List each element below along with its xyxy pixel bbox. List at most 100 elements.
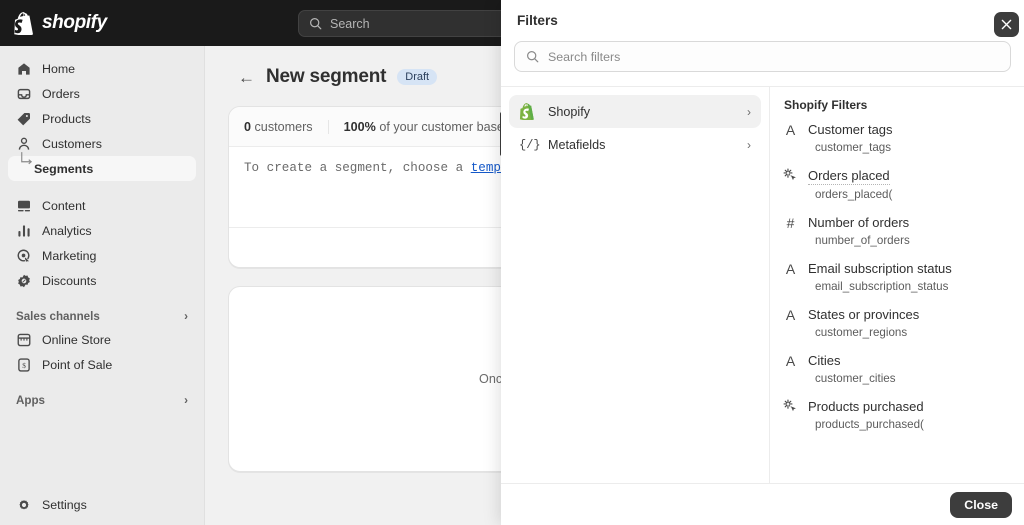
filter-item-orders-placed[interactable]: Orders placed orders_placed( <box>782 167 1024 201</box>
filter-item-key: customer_cities <box>815 372 896 385</box>
text-type-icon: A <box>782 260 799 293</box>
filter-item-states-or-provinces[interactable]: A States or provinces customer_regions <box>782 306 1024 339</box>
sidebar-item-label: Analytics <box>42 224 92 238</box>
filter-category-metafields[interactable]: {/} Metafields › <box>509 128 761 161</box>
sparkle-cursor-icon <box>782 398 799 431</box>
sidebar-item-analytics[interactable]: Analytics <box>8 218 196 243</box>
sidebar-item-products[interactable]: Products <box>8 106 196 131</box>
sidebar-item-content[interactable]: Content <box>8 193 196 218</box>
filters-modal-title: Filters <box>517 13 558 28</box>
nav-spacer <box>0 181 204 193</box>
chevron-right-icon: › <box>747 105 751 119</box>
sidebar-item-orders[interactable]: Orders <box>8 81 196 106</box>
sidebar-section-sales-channels[interactable]: Sales channels › <box>8 305 196 327</box>
filter-item-text: Number of orders number_of_orders <box>808 214 910 247</box>
sidebar-item-settings[interactable]: Settings <box>8 492 196 517</box>
products-tag-icon <box>16 111 32 127</box>
discounts-gear-icon <box>16 273 32 289</box>
filter-item-products-purchased[interactable]: Products purchased products_purchased( <box>782 398 1024 431</box>
sidebar-item-label: Marketing <box>42 249 96 263</box>
filter-item-title: Products purchased <box>808 398 924 415</box>
number-type-icon: # <box>782 214 799 247</box>
status-badge: Draft <box>397 69 437 85</box>
filter-category-label: Metafields <box>548 138 735 152</box>
close-icon[interactable] <box>994 12 1019 37</box>
filter-item-text: Cities customer_cities <box>808 352 896 385</box>
text-type-icon: A <box>782 121 799 154</box>
filter-category-label: Shopify <box>548 105 735 119</box>
filter-item-customer-tags[interactable]: A Customer tags customer_tags <box>782 121 1024 154</box>
sidebar-item-discounts[interactable]: Discounts <box>8 268 196 293</box>
content-icon <box>16 198 32 214</box>
sidebar-section-label: Apps <box>16 394 45 407</box>
chevron-right-icon: › <box>747 138 751 152</box>
sidebar-item-label: Products <box>42 112 91 126</box>
sidebar-item-customers[interactable]: Customers <box>8 131 196 156</box>
orders-inbox-icon <box>16 86 32 102</box>
sidebar-item-point-of-sale[interactable]: $ Point of Sale <box>8 352 196 377</box>
sidebar-item-label: Settings <box>42 498 87 512</box>
nav-spacer <box>0 377 204 389</box>
sidebar-item-label: Content <box>42 199 85 213</box>
stat-unit: of your customer base <box>376 120 504 134</box>
filter-item-title: Number of orders <box>808 214 910 231</box>
sidebar: Home Orders Products Customers <box>0 46 205 525</box>
filter-item-text: Email subscription status email_subscrip… <box>808 260 952 293</box>
filter-item-key: products_purchased( <box>815 418 924 431</box>
metafields-braces-icon: {/} <box>519 138 536 152</box>
sidebar-item-label: Discounts <box>42 274 96 288</box>
filters-search-input[interactable]: Search filters <box>514 41 1011 72</box>
filter-category-list: Shopify › {/} Metafields › <box>501 87 770 483</box>
filter-category-shopify[interactable]: Shopify › <box>509 95 761 128</box>
back-button[interactable]: ← <box>238 69 255 86</box>
filters-modal-footer: Close <box>501 483 1024 525</box>
segment-elbow-icon <box>20 152 34 168</box>
text-type-icon: A <box>782 352 799 385</box>
sidebar-item-label: Home <box>42 62 75 76</box>
sidebar-item-segments[interactable]: Segments <box>8 156 196 181</box>
filters-search-placeholder: Search filters <box>548 50 620 64</box>
stat-customer-base-percent: 100% of your customer base <box>328 120 519 134</box>
close-x-glyph <box>1001 19 1012 30</box>
sidebar-settings-row: Settings <box>0 492 204 517</box>
filter-item-key: orders_placed( <box>815 188 892 201</box>
sidebar-item-label: Customers <box>42 137 102 151</box>
filter-item-title: Email subscription status <box>808 260 952 277</box>
filter-item-cities[interactable]: A Cities customer_cities <box>782 352 1024 385</box>
shopify-bag-icon <box>519 103 536 120</box>
sidebar-item-label: Point of Sale <box>42 358 112 372</box>
shopify-filters-list: Shopify Filters A Customer tags customer… <box>770 87 1024 483</box>
sidebar-item-label: Orders <box>42 87 80 101</box>
filter-item-title: States or provinces <box>808 306 919 323</box>
sparkle-cursor-icon <box>782 167 799 201</box>
chevron-right-icon: › <box>184 310 188 323</box>
filters-search-wrap: Search filters <box>501 41 1024 86</box>
analytics-bars-icon <box>16 223 32 239</box>
text-type-icon: A <box>782 306 799 339</box>
stat-unit: customers <box>251 120 313 134</box>
app-root: shopify Search Home Orders <box>0 0 1024 525</box>
sidebar-item-label: Segments <box>34 162 93 176</box>
filters-modal: Filters Search filters <box>501 0 1024 525</box>
filter-item-title: Customer tags <box>808 121 893 138</box>
filter-item-email-subscription-status[interactable]: A Email subscription status email_subscr… <box>782 260 1024 293</box>
marketing-target-icon <box>16 248 32 264</box>
sidebar-section-apps[interactable]: Apps › <box>8 389 196 411</box>
sidebar-item-home[interactable]: Home <box>8 56 196 81</box>
filter-item-title: Orders placed <box>808 167 890 185</box>
sidebar-item-marketing[interactable]: Marketing <box>8 243 196 268</box>
shopify-logo[interactable]: shopify <box>0 12 107 35</box>
global-search-placeholder: Search <box>330 17 370 31</box>
stat-value: 0 <box>244 120 251 134</box>
filter-item-number-of-orders[interactable]: # Number of orders number_of_orders <box>782 214 1024 247</box>
filters-modal-body: Shopify › {/} Metafields › Shopify Filte… <box>501 86 1024 483</box>
sidebar-item-online-store[interactable]: Online Store <box>8 327 196 352</box>
filter-item-key: customer_regions <box>815 326 919 339</box>
sidebar-section-label: Sales channels <box>16 310 100 323</box>
close-button[interactable]: Close <box>950 492 1012 518</box>
chevron-right-icon: › <box>184 394 188 407</box>
customers-person-icon <box>16 136 32 152</box>
stat-customer-count: 0 customers <box>229 120 328 134</box>
filter-item-text: Products purchased products_purchased( <box>808 398 924 431</box>
shopify-bag-icon <box>14 12 35 35</box>
